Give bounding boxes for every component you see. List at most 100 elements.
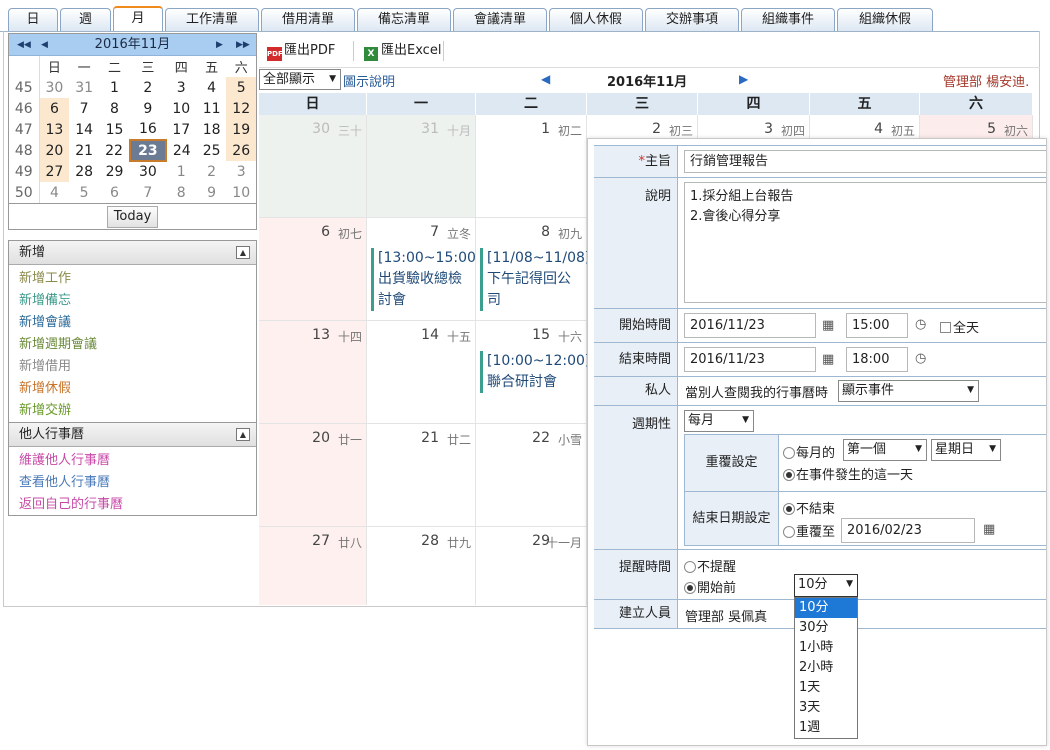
all-day-checkbox[interactable]: 全天 <box>940 317 979 336</box>
week-number[interactable]: 47 <box>9 119 40 140</box>
collapse-icon[interactable]: ▲ <box>236 246 250 259</box>
mini-day[interactable]: 2 <box>197 161 227 182</box>
end-time-input[interactable]: 18:00 <box>846 347 908 372</box>
calendar-icon[interactable]: ▦ <box>822 352 834 367</box>
mini-day[interactable]: 28 <box>69 161 99 182</box>
mini-day[interactable]: 9 <box>197 182 227 203</box>
calendar-day-cell[interactable]: 1 初二 <box>476 115 587 217</box>
calendar-day-cell[interactable]: 22 小雪 <box>476 424 587 526</box>
mini-day[interactable]: 30 <box>130 161 166 182</box>
calendar-day-cell[interactable]: 20 廿一 <box>259 424 367 526</box>
mini-day[interactable]: 7 <box>69 98 99 119</box>
mini-day-selected[interactable]: 23 <box>129 139 167 162</box>
mini-day[interactable]: 15 <box>99 119 130 140</box>
mini-day[interactable]: 14 <box>69 119 99 140</box>
tab-assigned-items[interactable]: 交辦事項 <box>645 8 739 32</box>
clock-icon[interactable]: ◷ <box>915 351 926 366</box>
mini-day[interactable]: 21 <box>69 140 99 161</box>
mini-day[interactable]: 20 <box>39 140 70 161</box>
start-date-input[interactable]: 2016/11/23 <box>684 313 816 338</box>
add-recurring-meeting-link[interactable]: 新增週期會議 <box>9 334 256 356</box>
repeat-same-day-option[interactable]: 在事件發生的這一天 <box>783 464 913 483</box>
mini-day[interactable]: 3 <box>226 161 256 182</box>
tab-org-events[interactable]: 組織事件 <box>741 8 835 32</box>
calendar-event[interactable]: [10:00~12:00] 聯合研討會 <box>480 351 590 393</box>
tab-month[interactable]: 月 <box>113 6 163 32</box>
tab-week[interactable]: 週 <box>60 8 111 32</box>
calendar-day-cell[interactable]: 13 十四 <box>259 321 367 423</box>
subject-input[interactable]: 行銷管理報告 <box>684 150 1046 173</box>
prev-month-arrow-icon[interactable]: ◀ <box>541 72 550 86</box>
next-month-arrow-icon[interactable]: ▶ <box>739 72 748 86</box>
mini-day[interactable]: 22 <box>99 140 130 161</box>
tab-personal-leave[interactable]: 個人休假 <box>549 8 643 32</box>
export-pdf-button[interactable]: PDF匯出PDF <box>267 41 335 61</box>
mini-day[interactable]: 5 <box>226 77 256 98</box>
mini-day[interactable]: 25 <box>197 140 227 161</box>
collapse-icon[interactable]: ▲ <box>236 428 250 441</box>
mini-day[interactable]: 3 <box>166 77 197 98</box>
week-number[interactable]: 45 <box>9 77 40 98</box>
repeat-monthly-option[interactable]: 每月的 <box>783 442 835 461</box>
mini-day[interactable]: 24 <box>166 140 197 161</box>
repeat-until-date-input[interactable]: 2016/02/23 <box>841 518 975 543</box>
reminder-option[interactable]: 3天 <box>795 698 857 718</box>
mini-day[interactable]: 8 <box>99 98 130 119</box>
calendar-icon[interactable]: ▦ <box>822 318 834 333</box>
mini-day[interactable]: 27 <box>39 161 70 182</box>
add-assignment-link[interactable]: 新增交辦 <box>9 400 256 422</box>
add-meeting-link[interactable]: 新增會議 <box>9 312 256 334</box>
calendar-day-cell[interactable]: 14 十五 <box>367 321 476 423</box>
calendar-day-cell[interactable]: 29 十一月 <box>476 527 587 605</box>
reminder-option[interactable]: 2小時 <box>795 658 857 678</box>
mini-day[interactable]: 6 <box>99 182 130 203</box>
calendar-event[interactable]: [13:00~15:00] 出貨驗收總檢 討會 <box>371 248 481 311</box>
calendar-day-cell[interactable]: 7 立冬 [13:00~15:00] 出貨驗收總檢 討會 <box>367 218 481 320</box>
mini-day[interactable]: 19 <box>226 119 256 140</box>
view-others-calendar-link[interactable]: 查看他人行事曆 <box>9 472 256 494</box>
calendar-icon[interactable]: ▦ <box>983 522 995 537</box>
calendar-day-cell[interactable]: 30 三十 <box>259 115 367 217</box>
mini-day[interactable]: 16 <box>130 119 166 140</box>
repeat-day-select[interactable]: 星期日 ▼ <box>931 439 1001 461</box>
repeat-until-option[interactable]: 重覆至 <box>783 521 835 540</box>
start-time-input[interactable]: 15:00 <box>846 313 908 338</box>
mini-day[interactable]: 5 <box>69 182 99 203</box>
calendar-day-cell[interactable]: 8 初九 [11/08~11/08] 下午記得回公 司 <box>476 218 590 320</box>
reminder-option[interactable]: 1天 <box>795 678 857 698</box>
calendar-day-cell[interactable]: 21 廿二 <box>367 424 476 526</box>
mini-day[interactable]: 2 <box>130 77 166 98</box>
before-start-option[interactable]: 開始前 <box>684 577 736 596</box>
tab-borrow-list[interactable]: 借用清單 <box>261 8 355 32</box>
mini-day[interactable]: 30 <box>39 77 69 98</box>
mini-day[interactable]: 1 <box>99 77 130 98</box>
add-borrow-link[interactable]: 新增借用 <box>9 356 256 378</box>
no-end-option[interactable]: 不結束 <box>783 498 835 517</box>
return-own-calendar-link[interactable]: 返回自己的行事曆 <box>9 494 256 516</box>
recurrence-select[interactable]: 每月 ▼ <box>684 410 754 432</box>
calendar-day-cell[interactable]: 15 十六 [10:00~12:00] 聯合研討會 <box>476 321 590 423</box>
legend-link[interactable]: 圖示說明 <box>343 71 395 90</box>
mini-day[interactable]: 17 <box>166 119 197 140</box>
reminder-option[interactable]: 30分 <box>795 618 857 638</box>
mini-day[interactable]: 12 <box>226 98 256 119</box>
week-number[interactable]: 49 <box>9 161 40 182</box>
calendar-day-cell[interactable]: 6 初七 <box>259 218 367 320</box>
reminder-option[interactable]: 1週 <box>795 718 857 738</box>
maintain-others-calendar-link[interactable]: 維護他人行事曆 <box>9 450 256 472</box>
add-task-link[interactable]: 新增工作 <box>9 268 256 290</box>
mini-day[interactable]: 10 <box>226 182 256 203</box>
repeat-week-select[interactable]: 第一個 ▼ <box>843 439 927 461</box>
mini-day[interactable]: 7 <box>130 182 166 203</box>
mini-day[interactable]: 6 <box>39 98 70 119</box>
week-number[interactable]: 46 <box>9 98 40 119</box>
display-filter-select[interactable]: 全部顯示 ▼ <box>259 69 341 90</box>
description-textarea[interactable]: 1.採分組上台報告 2.會後心得分享 <box>684 182 1046 303</box>
week-number[interactable]: 48 <box>9 140 40 161</box>
reminder-select[interactable]: 10分 ▼ <box>794 574 858 597</box>
clock-icon[interactable]: ◷ <box>915 317 926 332</box>
mini-day[interactable]: 4 <box>197 77 227 98</box>
next-month-icon[interactable]: ▶ <box>216 34 223 56</box>
tab-memo-list[interactable]: 備忘清單 <box>357 8 451 32</box>
reminder-option[interactable]: 1小時 <box>795 638 857 658</box>
